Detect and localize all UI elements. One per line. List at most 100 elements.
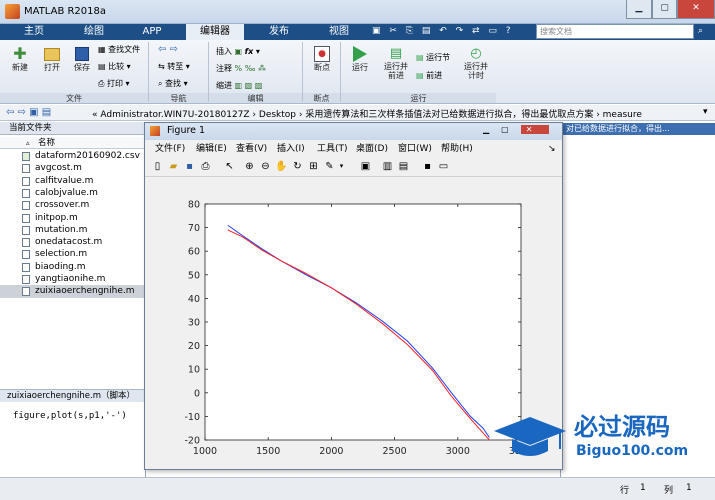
path-dropdown-icon[interactable]: ▾ bbox=[703, 107, 708, 117]
run-time-button[interactable]: ◴ 运行并 计时 bbox=[462, 46, 490, 80]
run-section-button[interactable]: ▤ 运行节 bbox=[416, 52, 450, 63]
menu-edit[interactable]: 编辑(E) bbox=[196, 142, 227, 156]
minimize-button[interactable]: ▁ bbox=[626, 0, 652, 19]
brush-dropdown-icon[interactable]: ▾ bbox=[335, 160, 348, 173]
current-folder-path[interactable]: « Administrator.WIN7U-20180127Z › Deskto… bbox=[92, 107, 642, 120]
fx-label: fx bbox=[244, 47, 254, 56]
pointer-icon[interactable]: ↖ bbox=[223, 160, 236, 173]
tab-home[interactable]: 主页 bbox=[10, 24, 58, 40]
menu-desktop[interactable]: 桌面(D) bbox=[356, 142, 388, 156]
figure-window-controls[interactable]: ▁▢ ✕ bbox=[483, 123, 561, 138]
find-icon: ⌕ bbox=[158, 79, 163, 88]
run-group-label: 运行 bbox=[341, 93, 496, 103]
menu-file[interactable]: 文件(F) bbox=[155, 142, 185, 156]
indent-button[interactable]: 缩进 ▥ ▧ ▨ bbox=[216, 80, 262, 91]
run-advance-button[interactable]: ▤ 运行并 前进 bbox=[380, 46, 412, 80]
run-advance-label: 运行并 前进 bbox=[384, 62, 408, 80]
close-button[interactable]: ✕ bbox=[677, 0, 715, 19]
back-forward-buttons[interactable]: ⇦ ⇨ bbox=[158, 44, 178, 55]
nav-arrows-icon[interactable]: ⇦ ⇨ ▣ ▤ bbox=[6, 107, 51, 119]
file-name: biaoding.m bbox=[35, 261, 86, 272]
open-file-icon[interactable]: ▰ bbox=[167, 160, 180, 173]
data-cursor-icon[interactable]: ⊞ bbox=[307, 160, 320, 173]
file-list-item[interactable]: calobjvalue.m bbox=[0, 187, 146, 199]
insert-button[interactable]: 插入 ▣ fx ▾ bbox=[216, 46, 260, 57]
new-figure-icon[interactable]: ▯ bbox=[151, 160, 164, 173]
advance-button[interactable]: ▤ 前进 bbox=[416, 70, 442, 81]
file-name: mutation.m bbox=[35, 224, 88, 235]
x-tick-label: 2000 bbox=[319, 446, 343, 457]
y-tick-label: 60 bbox=[188, 247, 200, 258]
y-tick-label: 40 bbox=[188, 294, 200, 305]
search-input[interactable]: 搜索文档 bbox=[536, 24, 694, 39]
link-plot-icon[interactable]: ▣ bbox=[359, 160, 372, 173]
menu-help[interactable]: 帮助(H) bbox=[441, 142, 473, 156]
comment-button[interactable]: 注释 % ‰ ⁂ bbox=[216, 63, 266, 74]
file-list-item[interactable]: yangtiaonihe.m bbox=[0, 273, 146, 285]
save-button[interactable]: 保存 bbox=[70, 46, 94, 73]
tab-plots[interactable]: 绘图 bbox=[70, 24, 118, 40]
figure-icon bbox=[150, 126, 160, 136]
file-list-item[interactable]: calfitvalue.m bbox=[0, 175, 146, 187]
tab-apps[interactable]: APP bbox=[128, 24, 176, 40]
figure-toolbar: ▯ ▰ ▪ ⎙ ↖ ⊕ ⊖ ✋ ↻ ⊞ ✎ ▾ ▣ ▥ ▤ ▪ ▭ bbox=[145, 157, 562, 177]
legend-icon[interactable]: ▤ bbox=[397, 160, 410, 173]
file-list-item[interactable]: initpop.m bbox=[0, 212, 146, 224]
maximize-button[interactable]: ▢ bbox=[652, 0, 677, 19]
find-button[interactable]: ⌕ 查找 ▾ bbox=[158, 78, 188, 89]
breakpoints-button[interactable]: ● 断点 bbox=[310, 46, 334, 73]
hide-tools-icon[interactable]: ▪ bbox=[421, 160, 434, 173]
file-list-item[interactable]: crossover.m bbox=[0, 199, 146, 211]
print-button[interactable]: ⎙ 打印 ▾ bbox=[98, 78, 130, 89]
save-figure-icon[interactable]: ▪ bbox=[183, 160, 196, 173]
zoom-out-icon[interactable]: ⊖ bbox=[259, 160, 272, 173]
menu-view[interactable]: 查看(V) bbox=[236, 142, 267, 156]
goto-button[interactable]: ⇆ 转至 ▾ bbox=[158, 61, 190, 72]
search-icon[interactable]: ⌕ bbox=[698, 26, 703, 36]
run-advance-icon: ▤ bbox=[389, 46, 403, 61]
x-tick-label: 1500 bbox=[256, 446, 280, 457]
find-files-button[interactable]: ▦ 查找文件 bbox=[98, 44, 140, 55]
pan-icon[interactable]: ✋ bbox=[275, 160, 288, 173]
colorbar-icon[interactable]: ▥ bbox=[381, 160, 394, 173]
file-group-label: 文件 bbox=[0, 93, 148, 103]
indent-icon: ▥ ▧ ▨ bbox=[234, 81, 263, 90]
print-figure-icon[interactable]: ⎙ bbox=[199, 160, 212, 173]
new-button[interactable]: ✚ 新建 bbox=[10, 46, 30, 73]
menu-tools[interactable]: 工具(T) bbox=[317, 142, 348, 156]
file-list-item[interactable]: selection.m bbox=[0, 248, 146, 260]
name-column-header[interactable]: 名称 bbox=[0, 137, 146, 149]
menu-insert[interactable]: 插入(I) bbox=[277, 142, 305, 156]
compare-button[interactable]: ▤ 比较 ▾ bbox=[98, 61, 131, 72]
run-time-icon: ◴ bbox=[470, 46, 482, 61]
tab-publish[interactable]: 发布 bbox=[254, 24, 304, 40]
tab-view[interactable]: 视图 bbox=[314, 24, 364, 40]
y-tick-label: -10 bbox=[184, 412, 200, 423]
file-list-item[interactable]: biaoding.m bbox=[0, 261, 146, 273]
run-button[interactable]: 运行 bbox=[348, 46, 372, 73]
x-tick-label: 2500 bbox=[383, 446, 407, 457]
run-section-icon: ▤ bbox=[416, 53, 424, 62]
file-list-item[interactable]: onedatacost.m bbox=[0, 236, 146, 248]
find-label: 查找 bbox=[165, 79, 182, 88]
run-time-label: 运行并 计时 bbox=[464, 62, 488, 80]
quick-access-toolbar[interactable]: ▣ ✂ ⎘ ▤ ↶ ↷ ⇄ ▭ ? bbox=[372, 26, 532, 38]
zoom-in-icon[interactable]: ⊕ bbox=[243, 160, 256, 173]
show-tools-icon[interactable]: ▭ bbox=[437, 160, 450, 173]
open-button[interactable]: 打开 bbox=[40, 46, 64, 73]
menu-window[interactable]: 窗口(W) bbox=[398, 142, 432, 156]
file-name: calfitvalue.m bbox=[35, 175, 94, 186]
file-list-item[interactable]: zuixiaoerchengnihe.m bbox=[0, 285, 146, 298]
rotate-icon[interactable]: ↻ bbox=[291, 160, 304, 173]
dock-arrow-icon[interactable]: ↘ bbox=[548, 142, 556, 156]
m-file-icon bbox=[22, 213, 30, 223]
fx-dropdown-icon: ▾ bbox=[255, 47, 260, 56]
axes-box bbox=[204, 203, 522, 441]
tab-editor[interactable]: 编辑器 bbox=[186, 24, 244, 40]
file-list-item[interactable]: dataform20160902.csv bbox=[0, 150, 146, 162]
file-list-item[interactable]: mutation.m bbox=[0, 224, 146, 236]
file-list-item[interactable]: avgcost.m bbox=[0, 162, 146, 174]
run-section-label: 运行节 bbox=[426, 53, 451, 62]
details-code-preview: figure,plot(s,p1,'-') bbox=[13, 411, 127, 421]
y-tick-label: -20 bbox=[184, 436, 200, 447]
